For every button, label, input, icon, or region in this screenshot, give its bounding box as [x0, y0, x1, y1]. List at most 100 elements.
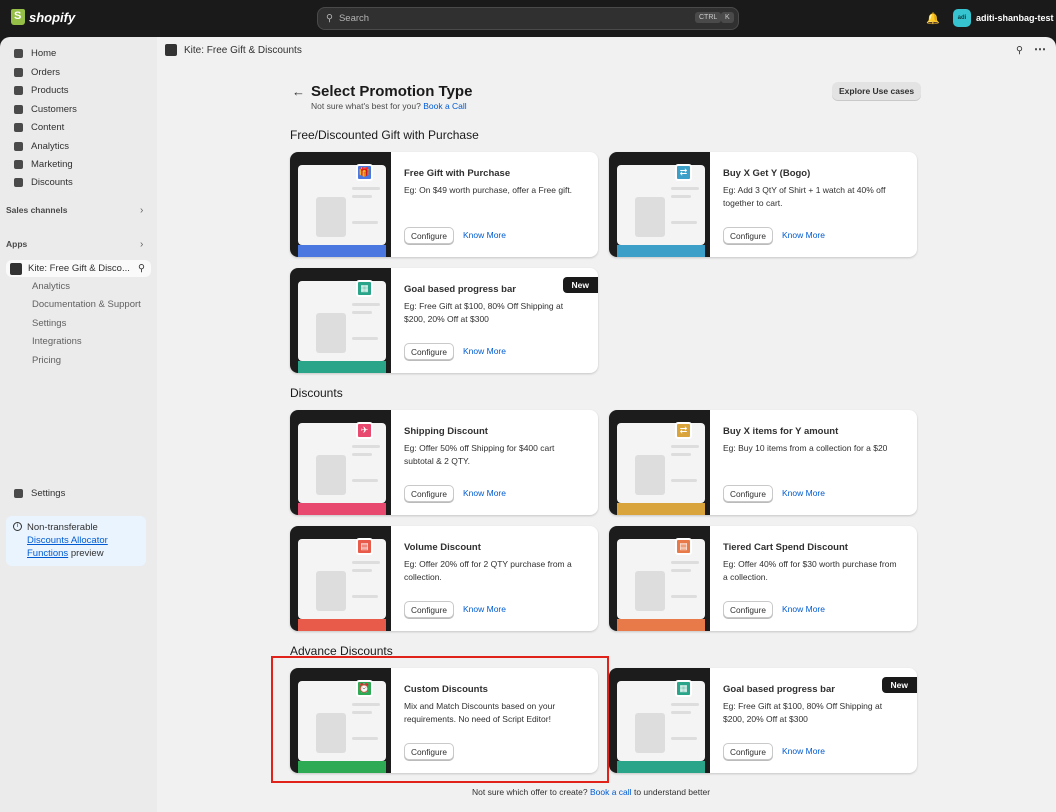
book-call-link[interactable]: Book a Call	[423, 101, 466, 111]
card-description: Eg: Offer 40% off for $30 worth purchase…	[723, 559, 897, 582]
know-more-link[interactable]: Know More	[463, 604, 506, 614]
sidebar-item-settings[interactable]: Settings	[14, 488, 65, 499]
promo-card[interactable]: ⇄ Buy X items for Y amount Eg: Buy 10 item…	[609, 410, 917, 515]
card-thumbnail: ▤	[290, 526, 391, 631]
sidebar-item-products[interactable]: Products	[14, 85, 69, 96]
know-more-link[interactable]: Know More	[463, 346, 506, 356]
promo-card[interactable]: ▦ Goal based progress bar Eg: Free Gift at…	[609, 668, 917, 773]
target-icon	[14, 160, 23, 169]
chevron-right-icon[interactable]: ›	[140, 239, 143, 250]
configure-button[interactable]: Configure	[404, 343, 454, 360]
placeholder-line	[352, 479, 378, 482]
shopify-logo[interactable]: shopify	[11, 9, 75, 25]
sidebar-item-content[interactable]: Content	[14, 122, 64, 133]
card-title: Buy X Get Y (Bogo)	[723, 168, 811, 179]
configure-button[interactable]: Configure	[404, 601, 454, 618]
section-heading: Discounts	[290, 386, 343, 400]
card-description: Eg: Free Gift at $100, 80% Off Shipping …	[723, 701, 883, 724]
sidebar-item-customers[interactable]: Customers	[14, 104, 77, 115]
card-color-bar	[617, 245, 705, 257]
highlight-box	[271, 656, 609, 783]
promo-card[interactable]: ▤ Volume Discount Eg: Offer 20% off for 2 …	[290, 526, 598, 631]
sidebar-sub-settings[interactable]: Settings	[32, 318, 66, 329]
configure-button[interactable]: Configure	[723, 743, 773, 760]
kite-app-icon	[165, 44, 177, 56]
sidebar-sub-pricing[interactable]: Pricing	[32, 355, 61, 366]
shopify-bag-icon	[11, 9, 25, 25]
orders-icon	[14, 68, 23, 77]
placeholder-line	[671, 703, 699, 706]
know-more-link[interactable]: Know More	[463, 488, 506, 498]
know-more-link[interactable]: Know More	[782, 604, 825, 614]
card-thumbnail: 🎁	[290, 152, 391, 257]
sidebar-item-discounts[interactable]: Discounts	[14, 177, 73, 188]
top-bar: shopify ⚲ Search CTRL K 🔔 adiaditi-shanb…	[0, 0, 1056, 37]
explore-use-cases-button[interactable]: Explore Use cases	[832, 82, 922, 100]
placeholder-line	[352, 595, 378, 598]
sidebar-item-analytics[interactable]: Analytics	[14, 141, 69, 152]
bell-icon[interactable]: 🔔	[926, 12, 940, 25]
know-more-link[interactable]: Know More	[463, 230, 506, 240]
page-title: Select Promotion Type	[311, 83, 473, 100]
app-header: Kite: Free Gift & Discounts	[165, 44, 302, 56]
search-icon: ⚲	[326, 13, 333, 24]
placeholder-line	[352, 303, 380, 306]
card-thumbnail: ▦	[290, 268, 391, 373]
sidebar-item-kite-app[interactable]: Kite: Free Gift & Disco... ⚲	[6, 260, 151, 277]
promo-type-icon: ▦	[675, 680, 692, 697]
sales-channels-heading[interactable]: Sales channels	[6, 205, 67, 215]
store-menu[interactable]: adi aditi-shanbag-test	[953, 9, 1054, 27]
know-more-link[interactable]: Know More	[782, 488, 825, 498]
search-input[interactable]: ⚲ Search CTRL K	[317, 7, 739, 30]
placeholder-line	[671, 445, 699, 448]
configure-button[interactable]: Configure	[723, 601, 773, 618]
promo-type-icon: ⇄	[675, 164, 692, 181]
pin-icon[interactable]: ⚲	[138, 263, 145, 274]
sidebar-item-home[interactable]: Home	[14, 48, 56, 59]
product-image-placeholder	[635, 455, 665, 495]
promo-card[interactable]: ✈ Shipping Discount Eg: Offer 50% off Ship…	[290, 410, 598, 515]
back-arrow-icon[interactable]: ←	[292, 84, 305, 99]
configure-button[interactable]: Configure	[723, 227, 773, 244]
chevron-right-icon[interactable]: ›	[140, 205, 143, 216]
book-call-footer-link[interactable]: Book a call	[590, 787, 632, 797]
promo-type-icon: ⇄	[675, 422, 692, 439]
placeholder-line	[671, 221, 697, 224]
sidebar-sub-integrations[interactable]: Integrations	[32, 336, 82, 347]
sidebar-sub-docs[interactable]: Documentation & Support	[32, 299, 141, 310]
pin-icon[interactable]: ⚲	[1016, 45, 1023, 56]
card-title: Shipping Discount	[404, 426, 488, 437]
info-icon: i	[13, 522, 22, 531]
apps-heading[interactable]: Apps	[6, 239, 27, 249]
card-color-bar	[298, 503, 386, 515]
configure-button[interactable]: Configure	[404, 485, 454, 502]
card-description: Eg: Offer 20% off for 2 QTY purchase fro…	[404, 559, 572, 582]
placeholder-line	[671, 187, 699, 190]
know-more-link[interactable]: Know More	[782, 746, 825, 756]
card-description: Eg: Free Gift at $100, 80% Off Shipping …	[404, 301, 564, 324]
sidebar-sub-analytics[interactable]: Analytics	[32, 281, 70, 292]
product-image-placeholder	[635, 197, 665, 237]
placeholder-line	[352, 221, 378, 224]
promo-card[interactable]: ▤ Tiered Cart Spend Discount Eg: Offer 40%…	[609, 526, 917, 631]
card-title: Buy X items for Y amount	[723, 426, 839, 437]
card-thumbnail: ⇄	[609, 152, 710, 257]
person-icon	[14, 105, 23, 114]
promo-card[interactable]: ⇄ Buy X Get Y (Bogo) Eg: Add 3 QtY of Shir…	[609, 152, 917, 257]
configure-button[interactable]: Configure	[723, 485, 773, 502]
promo-type-icon: 🎁	[356, 164, 373, 181]
know-more-link[interactable]: Know More	[782, 230, 825, 240]
placeholder-line	[671, 479, 697, 482]
placeholder-line	[671, 569, 691, 572]
promo-type-icon: ▦	[356, 280, 373, 297]
more-icon[interactable]: ⋯	[1034, 42, 1046, 56]
configure-button[interactable]: Configure	[404, 227, 454, 244]
footer-text: Not sure which offer to create? Book a c…	[472, 787, 711, 797]
sidebar-item-orders[interactable]: Orders	[14, 67, 60, 78]
card-thumbnail: ⇄	[609, 410, 710, 515]
sidebar-item-marketing[interactable]: Marketing	[14, 159, 73, 170]
placeholder-line	[352, 311, 372, 314]
placeholder-line	[671, 453, 691, 456]
promo-card[interactable]: 🎁 Free Gift with Purchase Eg: On $49 worth…	[290, 152, 598, 257]
promo-card[interactable]: ▦ Goal based progress bar Eg: Free Gift at…	[290, 268, 598, 373]
